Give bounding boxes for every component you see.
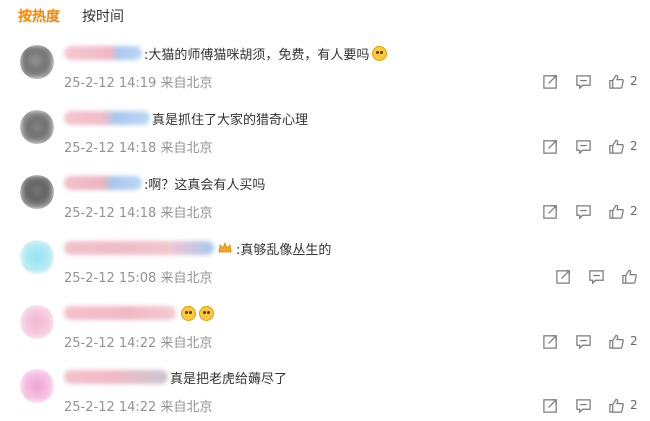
like-icon (609, 74, 624, 89)
smile-emoji-icon (372, 45, 388, 61)
comment-button[interactable] (575, 73, 592, 90)
share-icon (556, 269, 570, 284)
like-button[interactable] (621, 268, 638, 285)
avatar[interactable] (20, 305, 54, 339)
username[interactable] (64, 46, 142, 60)
like-icon (609, 334, 624, 349)
share-icon (543, 398, 557, 413)
like-icon (609, 204, 624, 219)
username[interactable] (64, 241, 214, 255)
comment-meta: 25-2-12 14:22 来自北京 (64, 336, 213, 351)
comment-meta: 25-2-12 14:22 来自北京 (64, 400, 213, 415)
comment-meta: 25-2-12 14:19 来自北京 (64, 76, 213, 91)
comment-icon (576, 74, 591, 90)
comment-text: 真是抓住了大家的猎奇心理 (152, 112, 309, 128)
like-count: 2 (630, 204, 638, 218)
comment-item: :真够乱像丛生的 25-2-12 15:08 来自北京 (0, 237, 650, 301)
comment-icon (576, 334, 591, 350)
comment-item: :啊？这真会有人买吗 25-2-12 14:18 来自北京 2 (0, 172, 650, 236)
tab-by-time[interactable]: 按时间 (82, 6, 124, 28)
share-button[interactable] (542, 73, 559, 90)
like-count: 2 (630, 398, 638, 412)
avatar[interactable] (20, 369, 54, 403)
grin-emoji-icon (199, 305, 214, 321)
comment-text: :真够乱像丛生的 (236, 242, 332, 258)
like-count: 2 (630, 139, 638, 153)
tab-by-popularity[interactable]: 按热度 (18, 6, 60, 28)
comment-meta: 25-2-12 15:08 来自北京 (64, 271, 213, 286)
comment-icon (576, 139, 591, 155)
username[interactable] (64, 306, 176, 320)
comment-text: :啊？这真会有人买吗 (144, 177, 266, 193)
like-count: 2 (630, 74, 638, 88)
comment-meta: 25-2-12 14:18 来自北京 (64, 206, 213, 221)
comment-meta: 25-2-12 14:18 来自北京 (64, 141, 213, 156)
username[interactable] (64, 370, 168, 384)
share-button[interactable] (542, 333, 559, 350)
like-count: 2 (630, 334, 638, 348)
share-button[interactable] (555, 268, 572, 285)
crown-badge-icon (218, 242, 232, 253)
comment-text: :大猫的师傅猫咪胡须，免费，有人要吗 (144, 47, 370, 63)
username[interactable] (64, 111, 150, 125)
comment-icon (589, 269, 604, 285)
comment-button[interactable] (575, 203, 592, 220)
like-button[interactable]: 2 (608, 73, 638, 90)
share-button[interactable] (542, 138, 559, 155)
like-button[interactable]: 2 (608, 333, 638, 350)
sort-tabs: 按热度 按时间 (18, 6, 146, 28)
comment-item: 真是把老虎给薅尽了 25-2-12 14:22 来自北京 2 (0, 366, 650, 421)
comment-button[interactable] (588, 268, 605, 285)
share-icon (543, 74, 557, 89)
comment-button[interactable] (575, 138, 592, 155)
share-icon (543, 334, 557, 349)
comment-item: 真是抓住了大家的猎奇心理 25-2-12 14:18 来自北京 2 (0, 107, 650, 171)
comment-icon (576, 398, 591, 414)
like-button[interactable]: 2 (608, 203, 638, 220)
share-button[interactable] (542, 397, 559, 414)
avatar[interactable] (20, 175, 54, 209)
avatar[interactable] (20, 45, 54, 79)
avatar[interactable] (20, 240, 54, 274)
like-button[interactable]: 2 (608, 397, 638, 414)
comment-item: 25-2-12 14:22 来自北京 2 (0, 302, 650, 366)
username[interactable] (64, 176, 142, 190)
share-icon (543, 204, 557, 219)
comment-icon (576, 204, 591, 220)
like-icon (609, 398, 624, 413)
comment-item: :大猫的师傅猫咪胡须，免费，有人要吗 25-2-12 14:19 来自北京 2 (0, 42, 650, 106)
like-icon (609, 139, 624, 154)
comment-text: 真是把老虎给薅尽了 (170, 371, 288, 387)
comment-button[interactable] (575, 397, 592, 414)
share-icon (543, 139, 557, 154)
grin-emoji-icon (181, 305, 196, 321)
share-button[interactable] (542, 203, 559, 220)
like-icon (622, 269, 637, 284)
comment-button[interactable] (575, 333, 592, 350)
avatar[interactable] (20, 110, 54, 144)
like-button[interactable]: 2 (608, 138, 638, 155)
